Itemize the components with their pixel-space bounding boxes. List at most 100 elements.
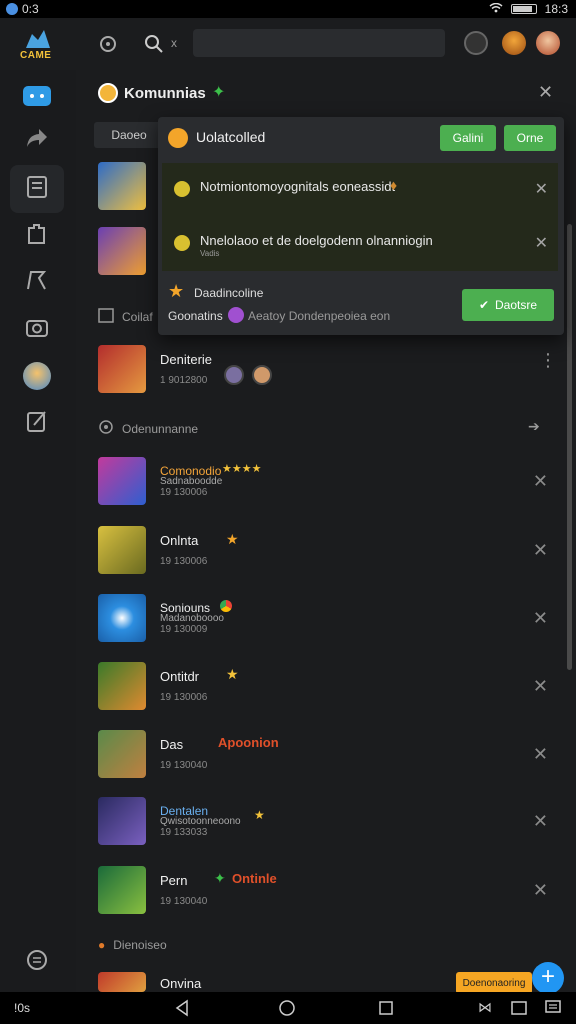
row-title: Onvina <box>160 976 202 991</box>
popup-title: Uolatcolled <box>196 129 266 145</box>
list-item[interactable]: Dentalen ★ Qwisotoonneoono 19 133033 ✕ <box>98 797 558 851</box>
sidebar-item-routes[interactable] <box>10 258 64 306</box>
acorn-icon: ♦ <box>390 177 398 193</box>
app-indicator-icon <box>6 3 18 15</box>
game-thumb <box>98 662 146 710</box>
notification-text: Notmiontomoyognitals eoneassidt <box>200 179 396 194</box>
add-button[interactable]: + <box>532 962 564 994</box>
game-thumb <box>98 457 146 505</box>
list-item[interactable]: Pern ✦ Ontinle 19 130040 ✕ <box>98 866 558 920</box>
close-icon[interactable]: ✕ <box>533 880 548 901</box>
notification-item[interactable]: Notmiontomoyognitals eoneassidt ♦ ✕ <box>162 163 558 217</box>
game-thumb <box>98 594 146 642</box>
popup-button-1[interactable]: Galini <box>440 125 496 151</box>
sidebar-item-edit[interactable] <box>10 399 64 447</box>
flame-icon: ● <box>98 938 106 952</box>
search-icon[interactable] <box>144 34 164 59</box>
rating-stars: ★ <box>226 531 239 547</box>
close-icon[interactable]: ✕ <box>535 233 548 253</box>
game-thumb-2[interactable] <box>98 227 146 275</box>
clock-icon <box>98 419 114 438</box>
scrollbar[interactable] <box>567 224 572 670</box>
recents-icon[interactable] <box>378 1000 394 1021</box>
window-icon[interactable] <box>510 999 528 1022</box>
row-title: Pern <box>160 873 188 888</box>
gamepad-icon[interactable] <box>464 31 488 55</box>
close-icon[interactable]: ✕ <box>533 744 548 765</box>
row-time: 1 9012800 <box>160 375 208 386</box>
home-icon[interactable] <box>278 999 296 1022</box>
close-icon[interactable]: ✕ <box>535 179 548 199</box>
system-nav-bar: !0s ⋈ <box>0 992 576 1024</box>
sidebar <box>0 70 76 992</box>
row-subtitle: Sadnaboodde <box>160 476 223 487</box>
history-icon[interactable] <box>98 34 118 59</box>
search-prefix: x <box>171 36 177 50</box>
news-icon <box>26 175 48 204</box>
sidebar-item-news[interactable] <box>10 165 64 213</box>
wifi-icon <box>489 2 503 16</box>
row-time: 19 133033 <box>160 827 208 838</box>
list-item[interactable]: Soniouns Madanoboooo 19 130009 ✕ <box>98 594 558 648</box>
calendar-icon <box>98 307 114 326</box>
leaf-icon: ✦ <box>212 84 226 101</box>
notification-popup: Uolatcolled Galini Orne Notmiontomoyogni… <box>158 117 564 335</box>
chat-bubble-icon[interactable] <box>544 999 562 1022</box>
sidebar-item-profile[interactable] <box>10 352 64 400</box>
row-title: Onlnta <box>160 533 199 548</box>
chrome-like-icon <box>220 600 232 612</box>
filter-tab-label: Daoeo <box>111 128 147 142</box>
send-icon[interactable]: ➔ <box>528 418 540 435</box>
filter-tab[interactable]: Daoeo <box>94 122 164 148</box>
game-thumb <box>98 797 146 845</box>
sidebar-item-chat[interactable] <box>10 74 64 122</box>
close-icon[interactable]: ✕ <box>533 676 548 697</box>
popup-button-2[interactable]: Orne <box>504 125 556 151</box>
section-header-2: Odenunnanne <box>98 419 198 438</box>
close-icon[interactable]: ✕ <box>533 811 548 832</box>
battery-icon <box>510 4 537 14</box>
row-tag: Apoonion <box>218 735 279 750</box>
status-time: 18:3 <box>544 2 568 16</box>
status-left-text: 0:3 <box>22 2 39 16</box>
sidebar-item-camera[interactable] <box>10 305 64 353</box>
sidebar-item-menu[interactable] <box>10 938 64 986</box>
list-item[interactable]: Onlnta ★ 19 130006 ✕ <box>98 526 558 580</box>
profile-avatar-icon <box>23 362 51 390</box>
close-icon[interactable]: ✕ <box>538 82 553 103</box>
list-item[interactable]: Comonodio ★★★★ Sadnaboodde 19 130006 ✕ <box>98 457 558 511</box>
back-icon[interactable] <box>174 999 190 1022</box>
notification-item[interactable]: Nnelolaoo et de doelgodenn olnanniogin V… <box>162 217 558 271</box>
bottom-tag[interactable]: Doenonaoring <box>456 972 532 994</box>
row-time: 19 130006 <box>160 487 208 498</box>
list-item[interactable]: Deniterie 1 9012800 ⋮ <box>98 345 558 399</box>
notification-badge-icon <box>168 128 188 148</box>
list-item[interactable]: Das Apoonion 19 130040 ✕ <box>98 730 558 784</box>
popup-footer-title: Daadincoline <box>194 286 264 300</box>
leaf-icon: ✦ <box>214 870 226 886</box>
close-icon[interactable]: ✕ <box>533 540 548 561</box>
bell-icon <box>174 235 190 251</box>
camera-icon <box>25 316 49 343</box>
share-icon <box>25 127 49 154</box>
app-logo-text: CAME <box>20 50 52 61</box>
vs-icon[interactable]: ⋈ <box>478 999 492 1016</box>
avatar-1[interactable] <box>502 31 526 55</box>
list-item[interactable]: Ontitdr ★ 19 130006 ✕ <box>98 662 558 716</box>
close-icon[interactable]: ✕ <box>533 471 548 492</box>
routes-icon <box>25 268 49 297</box>
sidebar-item-share[interactable] <box>10 116 64 164</box>
sidebar-item-puzzle[interactable] <box>10 212 64 260</box>
more-vertical-icon[interactable]: ⋮ <box>539 351 557 369</box>
row-subtitle: Qwisotoonneoono <box>160 816 241 827</box>
avatar <box>224 365 244 385</box>
row-title: Deniterie <box>160 352 213 367</box>
row-title: Das <box>160 737 184 752</box>
nav-left-text: !0s <box>14 1001 31 1015</box>
popup-action-button[interactable]: ✔ Daotsre <box>462 289 554 321</box>
game-thumb-1[interactable] <box>98 162 146 210</box>
search-input[interactable] <box>193 29 445 57</box>
row-time: 19 130006 <box>160 692 208 703</box>
avatar-2[interactable] <box>536 31 560 55</box>
close-icon[interactable]: ✕ <box>533 608 548 629</box>
